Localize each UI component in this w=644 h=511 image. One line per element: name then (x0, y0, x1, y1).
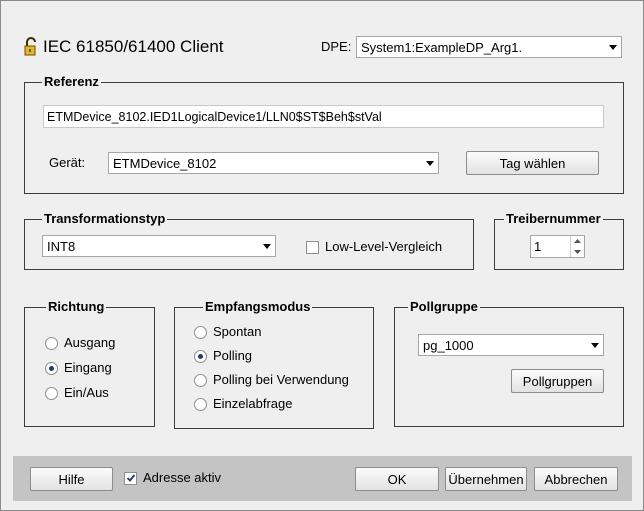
dialog-window: IEC 61850/61400 Client DPE: System1:Exam… (0, 0, 644, 511)
low-level-label: Low-Level-Vergleich (325, 239, 443, 254)
pollgruppe-select[interactable]: pg_1000 (418, 334, 604, 356)
check-icon (126, 474, 135, 482)
radio-polling-bei-verwendung-label: Polling bei Verwendung (213, 372, 349, 387)
treiber-spinbox-value: 1 (534, 239, 542, 254)
radio-eingang-label: Eingang (64, 360, 112, 375)
pollgruppen-button[interactable]: Pollgruppen (511, 369, 604, 393)
chevron-down-icon (422, 153, 438, 173)
treiber-legend: Treibernummer (504, 211, 603, 227)
radio-ein-aus-label: Ein/Aus (64, 385, 109, 400)
radio-ein-aus[interactable] (45, 386, 58, 400)
reference-input-value: ETMDevice_8102.IED1LogicalDevice1/LLN0$S… (47, 109, 382, 124)
referenz-group (24, 82, 624, 194)
radio-spontan-label: Spontan (213, 324, 262, 339)
geraet-label: Gerät: (49, 155, 86, 170)
transformation-select-value: INT8 (47, 238, 76, 254)
dpe-select[interactable]: System1:ExampleDP_Arg1. (356, 36, 622, 58)
page-title: IEC 61850/61400 Client (43, 37, 224, 56)
radio-einzelabfrage-label: Einzelabfrage (213, 396, 293, 411)
adresse-aktiv-row[interactable]: Adresse aktiv (124, 470, 221, 486)
radio-polling[interactable] (194, 349, 207, 363)
low-level-checkbox-row[interactable]: Low-Level-Vergleich (306, 239, 442, 255)
ok-button[interactable]: OK (355, 467, 439, 491)
empfang-option-einzelabfrage[interactable]: Einzelabfrage (194, 396, 293, 412)
abbrechen-button[interactable]: Abbrechen (534, 467, 618, 491)
radio-polling-label: Polling (213, 348, 253, 363)
pollgruppe-group (394, 307, 624, 427)
referenz-legend: Referenz (42, 74, 101, 90)
richtung-option-ausgang[interactable]: Ausgang (45, 335, 115, 351)
dpe-label: DPE: (321, 39, 352, 54)
empfang-option-polling[interactable]: Polling (194, 348, 252, 364)
radio-eingang[interactable] (45, 361, 58, 375)
chevron-down-icon (587, 335, 603, 355)
empfang-option-spontan[interactable]: Spontan (194, 324, 261, 340)
radio-ausgang[interactable] (45, 336, 58, 350)
radio-spontan[interactable] (194, 325, 207, 339)
treiber-spinbox[interactable]: 1 (530, 235, 585, 258)
chevron-down-icon (605, 37, 621, 57)
richtung-legend: Richtung (46, 299, 107, 315)
low-level-checkbox[interactable] (306, 240, 319, 254)
radio-polling-bei-verwendung[interactable] (194, 373, 207, 387)
empfang-legend: Empfangsmodus (203, 299, 313, 315)
spin-up-icon[interactable] (571, 236, 584, 247)
uebernehmen-button[interactable]: Übernehmen (445, 467, 527, 491)
empfang-option-polling-bei-verwendung[interactable]: Polling bei Verwendung (194, 372, 349, 388)
geraet-select[interactable]: ETMDevice_8102 (108, 152, 439, 174)
richtung-option-ein-aus[interactable]: Ein/Aus (45, 385, 109, 401)
transformation-select[interactable]: INT8 (42, 235, 276, 257)
lock-icon (23, 36, 39, 58)
spin-down-icon[interactable] (571, 247, 584, 258)
pollgruppe-legend: Pollgruppe (408, 299, 480, 315)
transformation-legend: Transformationstyp (42, 211, 168, 227)
radio-einzelabfrage[interactable] (194, 397, 207, 411)
reference-input[interactable]: ETMDevice_8102.IED1LogicalDevice1/LLN0$S… (43, 105, 604, 128)
adresse-aktiv-label: Adresse aktiv (143, 470, 222, 485)
richtung-option-eingang[interactable]: Eingang (45, 360, 112, 376)
adresse-aktiv-checkbox[interactable] (124, 471, 137, 485)
chevron-down-icon (259, 236, 275, 256)
pollgruppe-select-value: pg_1000 (423, 337, 474, 353)
geraet-select-value: ETMDevice_8102 (113, 155, 217, 171)
dpe-select-value: System1:ExampleDP_Arg1. (361, 39, 523, 55)
tag-waehlen-button[interactable]: Tag wählen (466, 151, 599, 175)
radio-ausgang-label: Ausgang (64, 335, 116, 350)
hilfe-button[interactable]: Hilfe (30, 467, 113, 491)
